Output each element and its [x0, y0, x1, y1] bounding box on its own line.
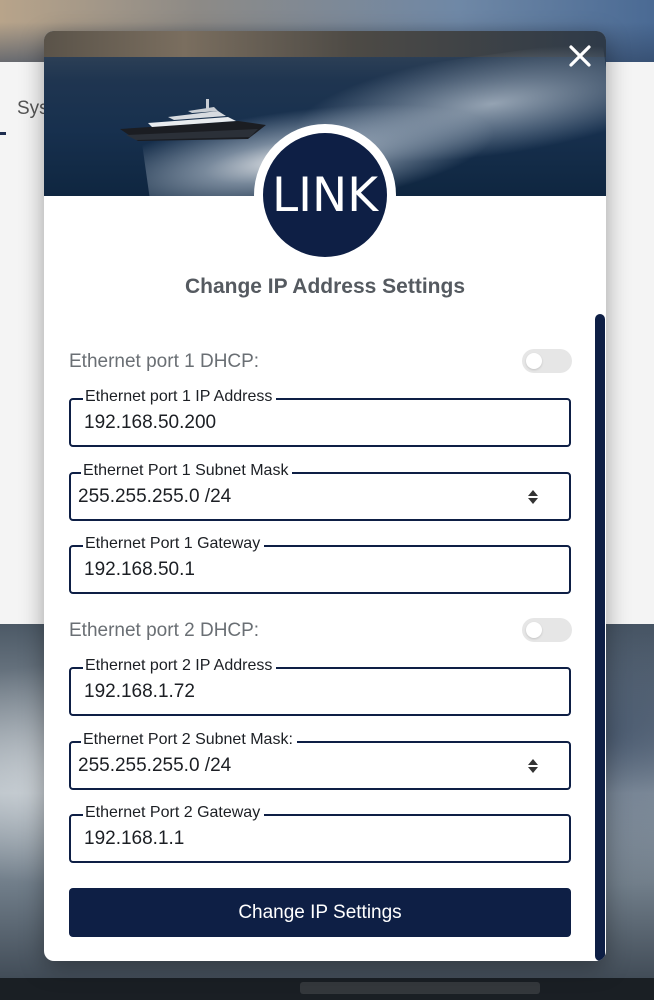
port2-gateway-value[interactable]: 192.168.1.1	[84, 828, 184, 850]
port1-ip-label: Ethernet port 1 IP Address	[83, 388, 277, 406]
port1-dhcp-label: Ethernet port 1 DHCP:	[69, 351, 260, 372]
toggle-knob	[526, 353, 542, 369]
background-footer-text	[300, 982, 540, 994]
port1-dhcp-row: Ethernet port 1 DHCP:	[69, 346, 572, 376]
port1-gateway-value[interactable]: 192.168.50.1	[84, 559, 195, 581]
change-ip-modal: LINK Change IP Address Settings Ethernet…	[44, 31, 606, 961]
port2-subnet-value[interactable]: 255.255.255.0 /24	[78, 755, 231, 777]
port2-ip-label: Ethernet port 2 IP Address	[83, 657, 277, 675]
port2-gateway-label: Ethernet Port 2 Gateway	[83, 804, 265, 822]
port1-subnet-value[interactable]: 255.255.255.0 /24	[78, 486, 231, 508]
port1-dhcp-toggle[interactable]	[522, 349, 572, 373]
link-logo: LINK	[263, 133, 387, 257]
background-tab-indicator	[0, 132, 6, 135]
port2-subnet-label: Ethernet Port 2 Subnet Mask:	[81, 731, 297, 749]
port2-subnet-select[interactable]: Ethernet Port 2 Subnet Mask: 255.255.255…	[69, 731, 571, 790]
port2-gateway-field[interactable]: Ethernet Port 2 Gateway 192.168.1.1	[69, 804, 571, 863]
port1-gateway-label: Ethernet Port 1 Gateway	[83, 535, 265, 553]
port2-ip-field[interactable]: Ethernet port 2 IP Address 192.168.1.72	[69, 657, 571, 716]
change-ip-settings-button[interactable]: Change IP Settings	[69, 888, 571, 937]
port2-dhcp-label: Ethernet port 2 DHCP:	[69, 620, 260, 641]
port2-dhcp-row: Ethernet port 2 DHCP:	[69, 615, 572, 645]
port2-ip-value[interactable]: 192.168.1.72	[84, 681, 195, 703]
port1-ip-field[interactable]: Ethernet port 1 IP Address 192.168.50.20…	[69, 388, 571, 447]
yacht-illustration	[120, 99, 266, 141]
port1-gateway-field[interactable]: Ethernet Port 1 Gateway 192.168.50.1	[69, 535, 571, 594]
port1-subnet-select[interactable]: Ethernet Port 1 Subnet Mask 255.255.255.…	[69, 462, 571, 521]
modal-title: Change IP Address Settings	[184, 275, 466, 298]
close-button[interactable]	[565, 41, 595, 71]
port1-ip-value[interactable]: 192.168.50.200	[84, 412, 216, 434]
close-icon	[569, 45, 591, 67]
toggle-knob	[526, 622, 542, 638]
sort-arrows-icon	[528, 759, 538, 773]
sort-arrows-icon	[528, 490, 538, 504]
port1-subnet-label: Ethernet Port 1 Subnet Mask	[81, 462, 293, 480]
modal-scrollbar[interactable]	[595, 314, 605, 961]
port2-dhcp-toggle[interactable]	[522, 618, 572, 642]
